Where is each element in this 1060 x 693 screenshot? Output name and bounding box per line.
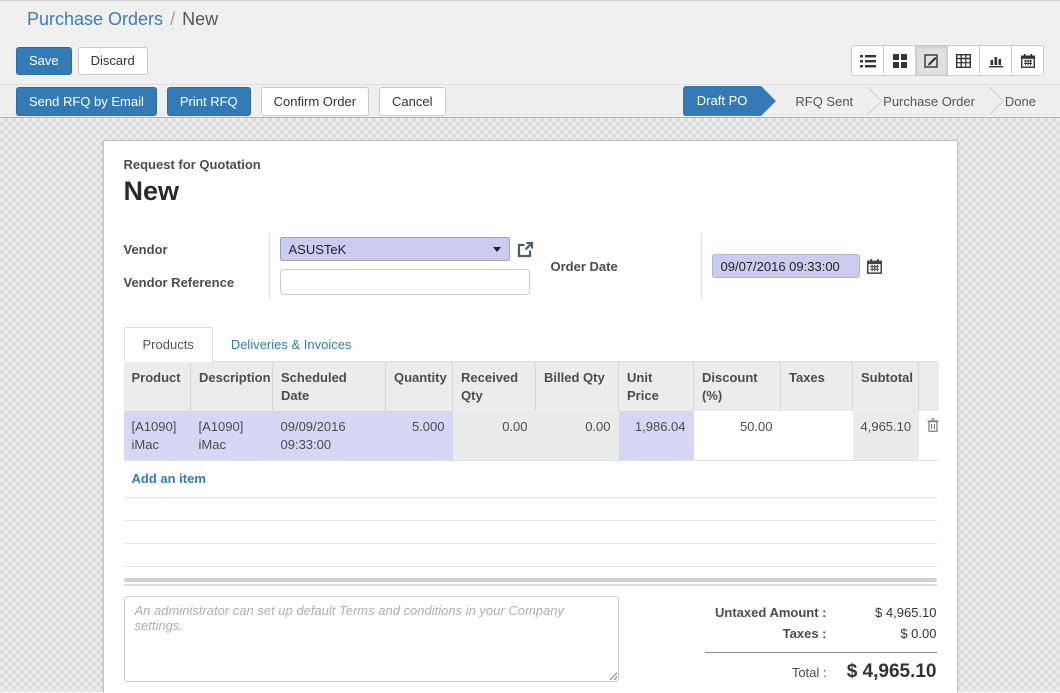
cell-description[interactable]: [A1090] iMac (191, 411, 273, 461)
calendar-icon (1021, 54, 1035, 68)
form-icon (924, 53, 939, 68)
form-background: Request for Quotation New Vendor ASUSTeK (0, 118, 1060, 692)
untaxed-amount-value: $ 4,965.10 (827, 605, 937, 620)
cell-received-qty: 0.00 (453, 411, 536, 461)
list-icon (860, 54, 876, 68)
calendar-icon (867, 259, 882, 274)
empty-line (124, 521, 937, 544)
cancel-button[interactable]: Cancel (379, 87, 445, 116)
save-button[interactable]: Save (16, 47, 72, 75)
cell-unit-price[interactable]: 1,986.04 (619, 411, 694, 461)
section-separator (124, 578, 937, 586)
tab-products[interactable]: Products (124, 327, 213, 362)
vendor-select[interactable]: ASUSTeK (280, 237, 510, 261)
external-link-icon (517, 241, 534, 258)
toolbar: Save Discard (0, 37, 1060, 84)
add-an-item-link[interactable]: Add an item (132, 471, 206, 486)
taxes-value: $ 0.00 (827, 626, 937, 641)
notebook-tabs: Products Deliveries & Invoices (124, 327, 937, 362)
tab-deliveries-invoices[interactable]: Deliveries & Invoices (213, 328, 370, 361)
breadcrumb-purchase-orders[interactable]: Purchase Orders (27, 9, 163, 30)
left-field-group: Vendor ASUSTeK (124, 233, 551, 299)
form-view-button[interactable] (915, 45, 948, 76)
kanban-view-button[interactable] (883, 45, 916, 76)
list-view-button[interactable] (851, 45, 884, 76)
kanban-icon (893, 54, 907, 68)
add-item-row: Add an item (124, 461, 937, 498)
graph-view-button[interactable] (979, 45, 1012, 76)
cell-taxes[interactable] (781, 411, 853, 461)
cell-billed-qty: 0.00 (536, 411, 619, 461)
view-switcher (851, 45, 1044, 76)
col-product: Product (124, 362, 191, 411)
col-discount: Discount (%) (694, 362, 781, 411)
status-step-purchase-order[interactable]: Purchase Order (871, 94, 987, 109)
breadcrumb-separator: / (170, 9, 175, 30)
right-field-group: Order Date (551, 233, 882, 299)
status-step-draft-po[interactable]: Draft PO (683, 86, 762, 116)
order-date-input[interactable] (712, 254, 860, 278)
col-scheduled-date: Scheduled Date (273, 362, 386, 411)
status-steps: Draft PO RFQ Sent Purchase Order Done (683, 85, 1048, 117)
untaxed-amount-label: Untaxed Amount : (715, 605, 826, 620)
order-date-label: Order Date (551, 233, 701, 299)
caret-down-icon (493, 247, 501, 252)
totals-divider (705, 652, 937, 653)
trash-icon[interactable] (927, 418, 931, 432)
statusbar: Send RFQ by Email Print RFQ Confirm Orde… (0, 84, 1060, 118)
breadcrumb: Purchase Orders / New (0, 0, 1060, 37)
chevron-right-icon (976, 87, 1004, 115)
order-lines-table: Product Description Scheduled Date Quant… (124, 362, 939, 461)
col-billed-qty: Billed Qty (536, 362, 619, 411)
empty-line (124, 498, 937, 521)
cell-subtotal: 4,965.10 (853, 411, 919, 461)
page-title: New (124, 176, 937, 207)
pivot-icon (956, 54, 971, 68)
discard-button[interactable]: Discard (78, 47, 148, 75)
field-groups: Vendor ASUSTeK (124, 233, 937, 299)
calendar-view-button[interactable] (1011, 45, 1044, 76)
vendor-value: ASUSTeK (289, 242, 347, 257)
total-label: Total : (792, 665, 827, 680)
print-rfq-button[interactable]: Print RFQ (167, 87, 251, 116)
col-subtotal: Subtotal (853, 362, 919, 411)
cell-delete[interactable] (919, 411, 939, 461)
terms-and-conditions-textarea[interactable] (124, 596, 619, 682)
graph-icon (988, 54, 1004, 68)
col-unit-price: Unit Price (619, 362, 694, 411)
chevron-right-icon (854, 87, 882, 115)
form-sheet: Request for Quotation New Vendor ASUSTeK (103, 140, 958, 693)
empty-line (124, 544, 937, 567)
date-picker-button[interactable] (867, 259, 882, 274)
vendor-reference-label: Vendor Reference (124, 265, 269, 299)
send-rfq-by-email-button[interactable]: Send RFQ by Email (16, 87, 157, 116)
vendor-open-button[interactable] (517, 241, 534, 258)
table-header-row: Product Description Scheduled Date Quant… (124, 362, 939, 411)
table-row: [A1090] iMac [A1090] iMac 09/09/2016 09:… (124, 411, 939, 461)
sheet-footer: Untaxed Amount : $ 4,965.10 Taxes : $ 0.… (124, 596, 937, 686)
cell-scheduled-date[interactable]: 09/09/2016 09:33:00 (273, 411, 386, 461)
col-received-qty: Received Qty (453, 362, 536, 411)
col-description: Description (191, 362, 273, 411)
sheet-subtitle: Request for Quotation (124, 157, 937, 172)
col-quantity: Quantity (386, 362, 453, 411)
pivot-view-button[interactable] (947, 45, 980, 76)
cell-discount[interactable]: 50.00 (694, 411, 781, 461)
vendor-label: Vendor (124, 233, 269, 265)
cell-product[interactable]: [A1090] iMac (124, 411, 191, 461)
col-taxes: Taxes (781, 362, 853, 411)
col-actions (919, 362, 939, 411)
totals-block: Untaxed Amount : $ 4,965.10 Taxes : $ 0.… (637, 596, 937, 686)
vendor-reference-input[interactable] (280, 269, 530, 295)
taxes-label: Taxes : (783, 626, 827, 641)
confirm-order-button[interactable]: Confirm Order (261, 87, 369, 116)
cell-quantity[interactable]: 5.000 (386, 411, 453, 461)
breadcrumb-current: New (182, 9, 218, 30)
total-value: $ 4,965.10 (827, 661, 937, 683)
